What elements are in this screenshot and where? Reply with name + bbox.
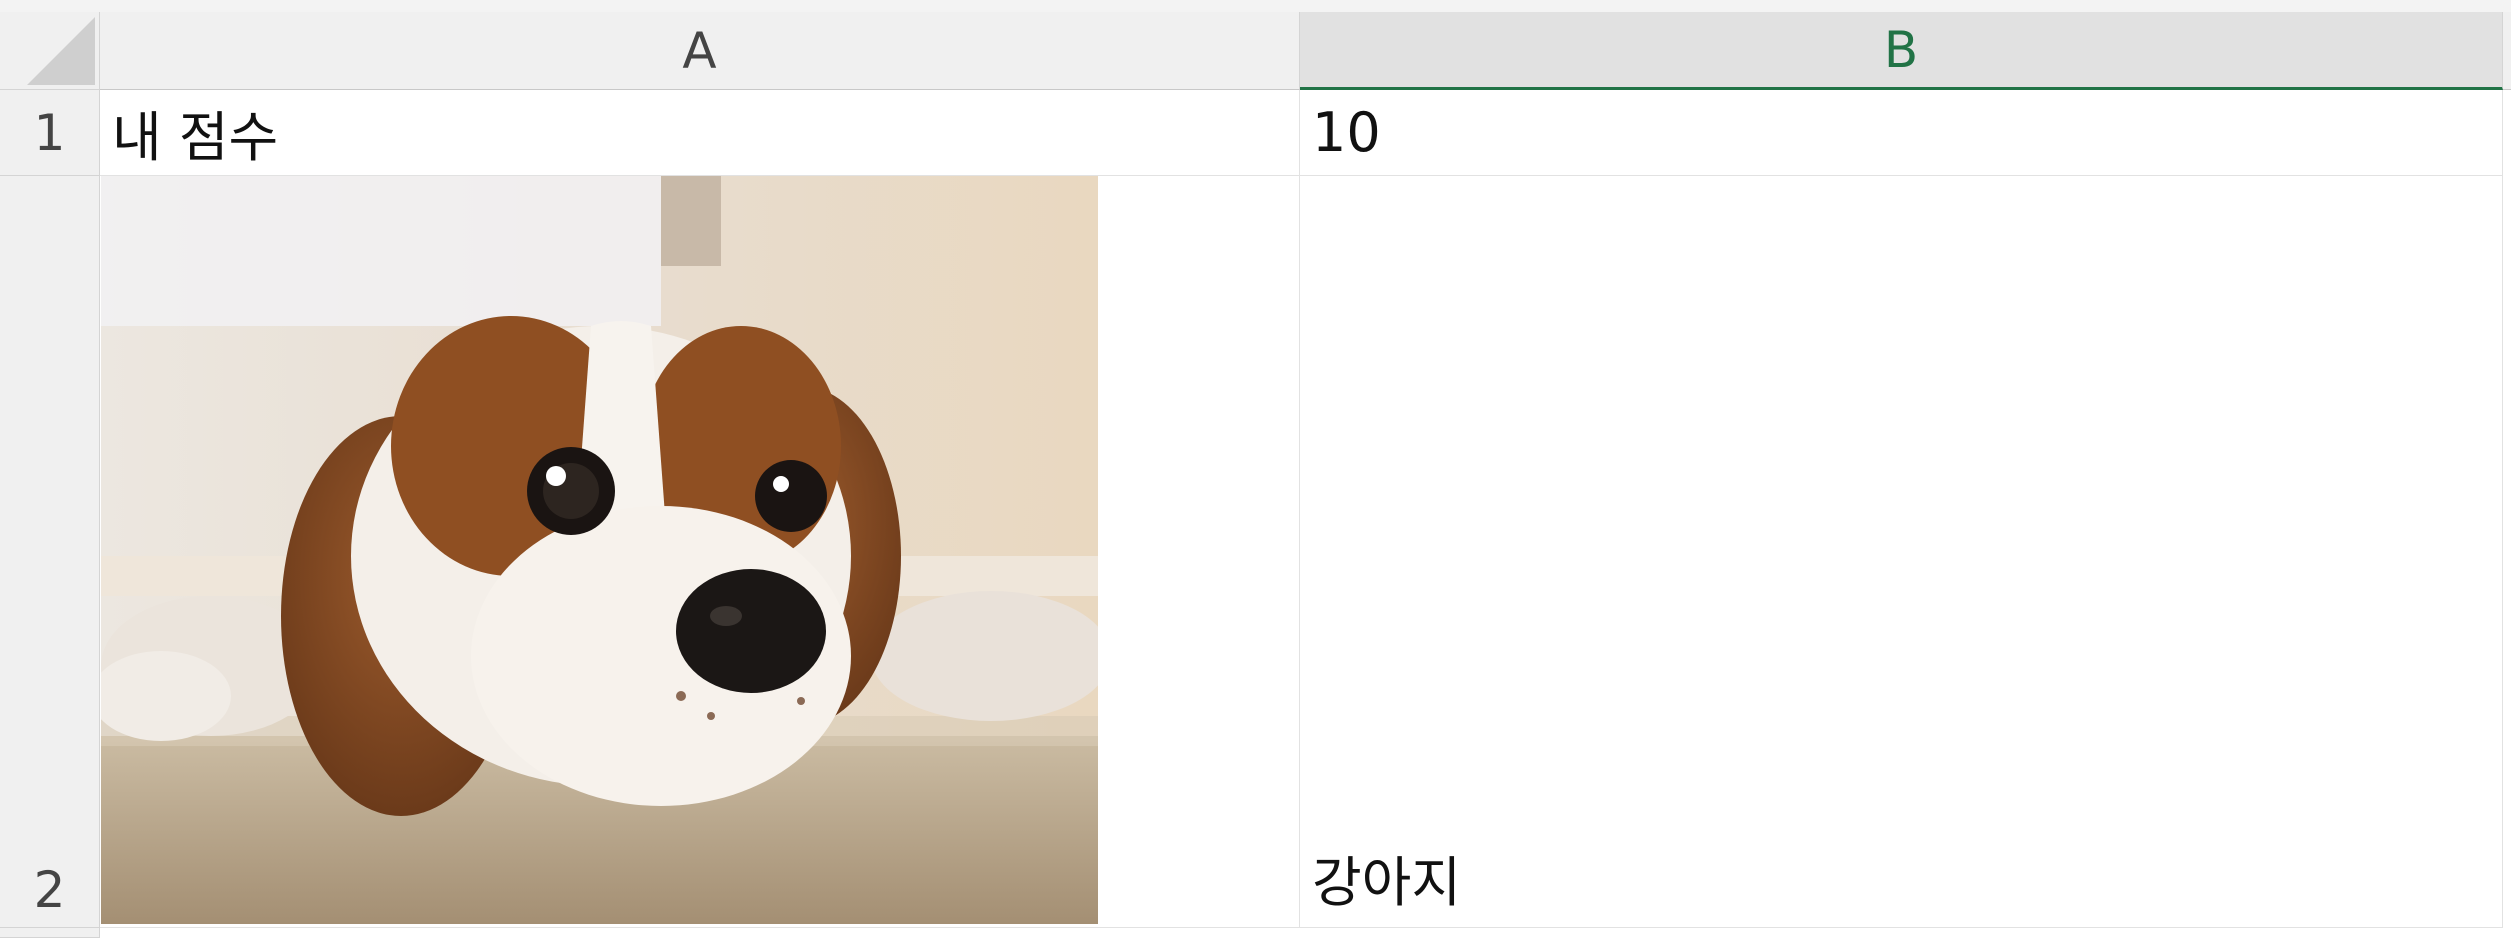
- dog-photo-image[interactable]: [101, 176, 1098, 924]
- cell-b2[interactable]: 강아지: [1300, 176, 2503, 928]
- select-all-button[interactable]: [0, 12, 100, 90]
- cell-a1[interactable]: 내 점수: [100, 90, 1300, 176]
- row-header-2[interactable]: 2: [0, 176, 100, 928]
- spreadsheet-grid: A B 1 2 내 점수 10 강아지: [0, 0, 2511, 938]
- column-header-b[interactable]: B: [1300, 12, 2503, 90]
- row-header-3[interactable]: [0, 928, 100, 938]
- column-header-next[interactable]: [2503, 12, 2511, 90]
- column-header-a[interactable]: A: [100, 12, 1300, 90]
- top-strip: [0, 0, 2511, 12]
- row-header-1[interactable]: 1: [0, 90, 100, 176]
- dog-photo-illustration: [101, 176, 1098, 924]
- select-all-triangle-icon: [27, 17, 95, 85]
- cell-b1[interactable]: 10: [1300, 90, 2503, 176]
